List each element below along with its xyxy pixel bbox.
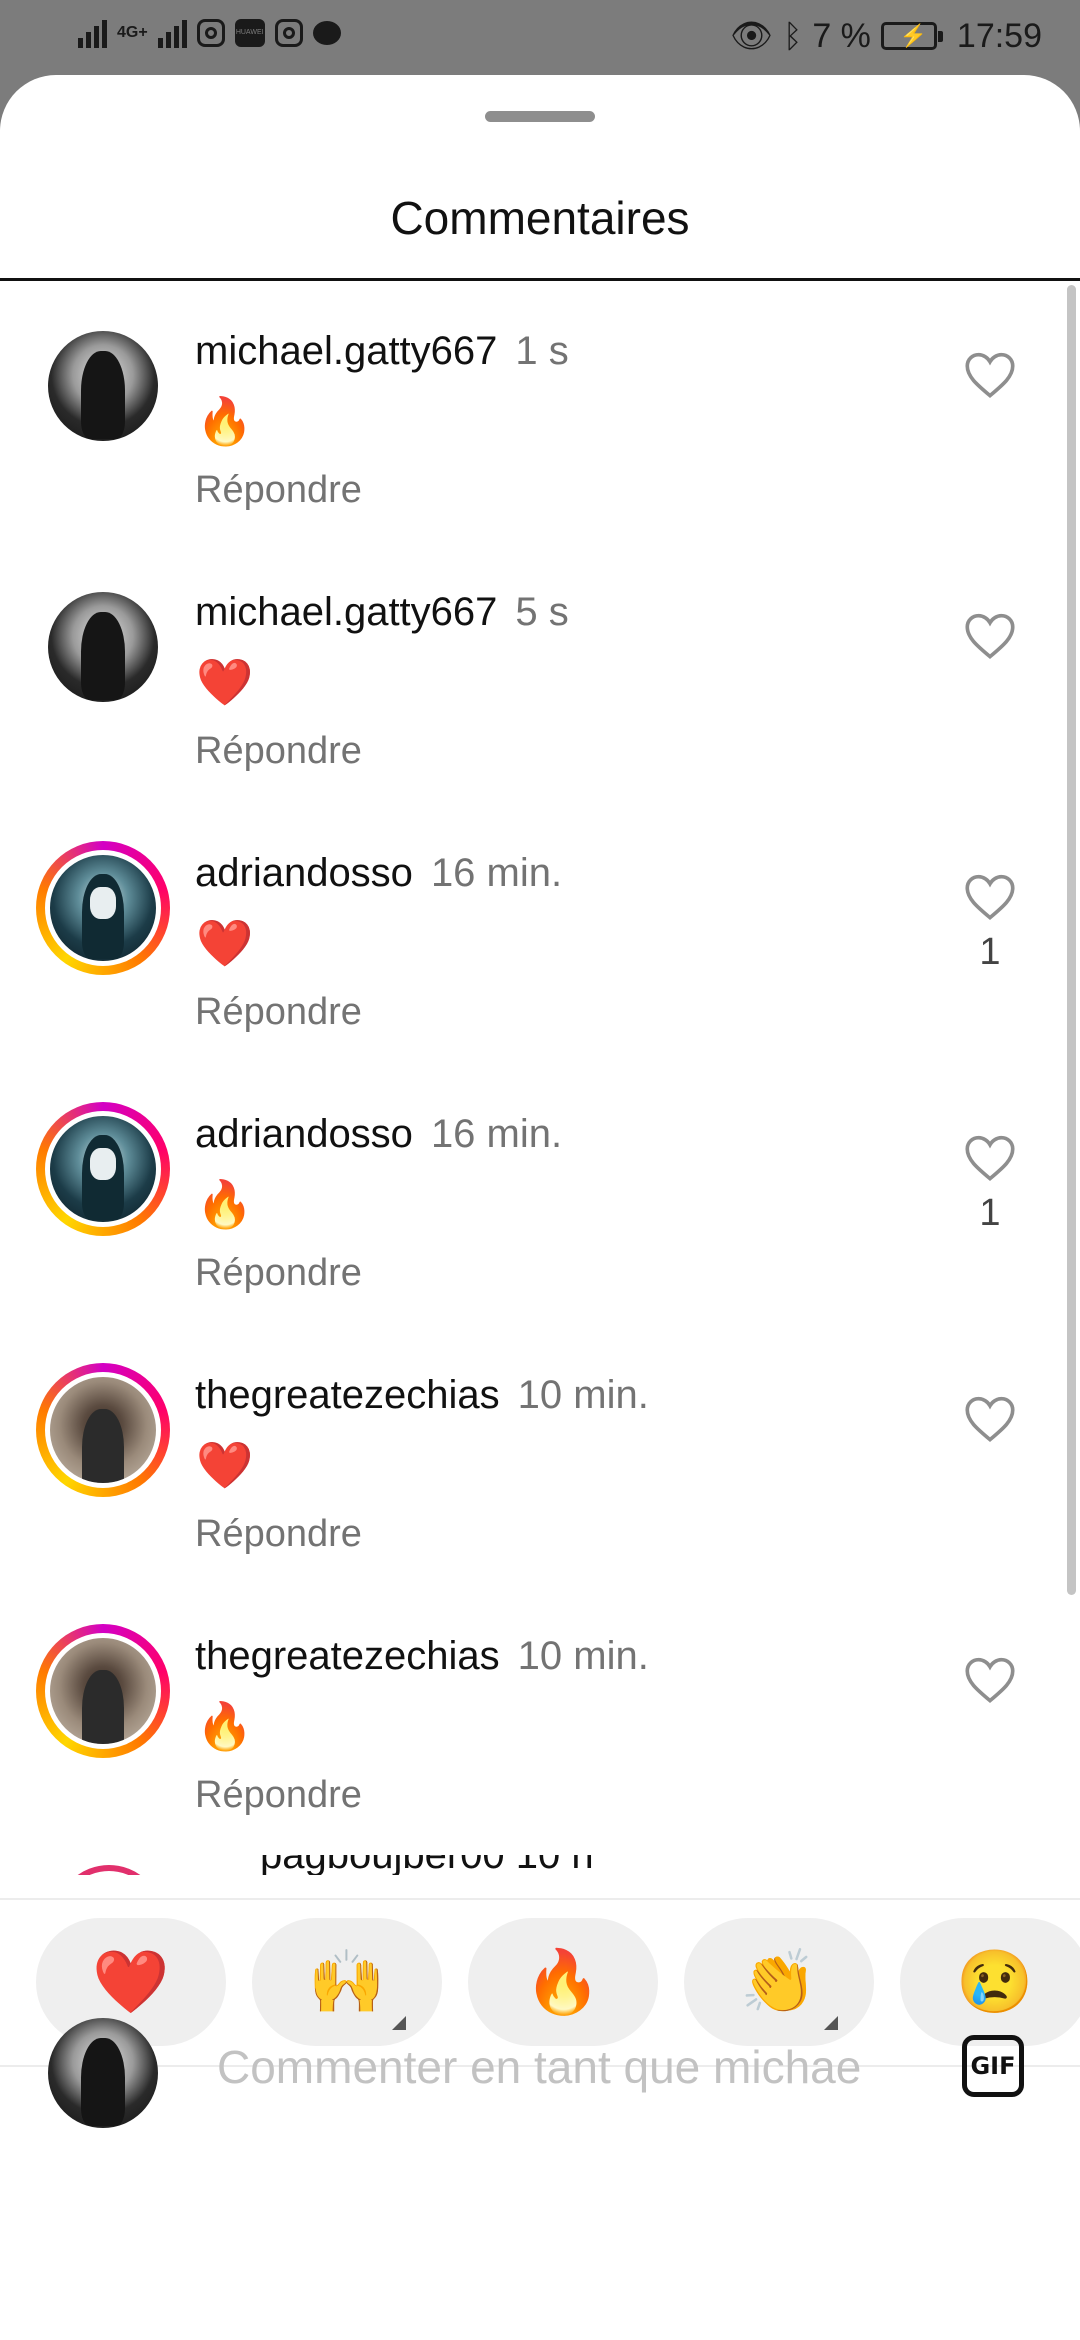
comment-header: thegreatezechias 10 min. [195, 1373, 649, 1418]
gif-button[interactable]: GIF [962, 2035, 1024, 2097]
comments-sheet: Commentaires michael.gatty667 1 s 🔥 Répon… [0, 75, 1080, 2340]
fire-emoji: 🔥 [524, 1947, 602, 2017]
comment-header: adriandosso 16 min. [195, 1112, 562, 1157]
partial-comment-text: pagboujber00 10 h [260, 1855, 594, 1875]
like-count[interactable]: 1 [962, 931, 1018, 974]
comment-time: 5 s [515, 590, 569, 634]
comment-time: 16 min. [430, 851, 563, 895]
comment-time: 10 min. [517, 1373, 649, 1417]
signal-icon [78, 18, 107, 48]
crying-face-emoji: 😢 [956, 1947, 1034, 2017]
instagram-notification-icon-2 [274, 19, 303, 47]
comment-text: 🔥 [196, 1178, 254, 1230]
comment-time: 16 min. [430, 1112, 563, 1156]
current-user-avatar [48, 2018, 158, 2128]
comment-time: 10 min. [517, 1634, 649, 1678]
avatar-image [45, 850, 161, 966]
clapping-hands-emoji: 👏 [740, 1947, 818, 2017]
reaction-clap-button[interactable]: 👏 [684, 1918, 874, 2046]
avatar-image [45, 1633, 161, 1749]
clock: 17:59 [956, 16, 1042, 55]
comment-text: ❤️ [196, 656, 254, 708]
bluetooth-icon: ᛒ [783, 17, 803, 54]
comment-text: 🔥 [196, 1700, 254, 1752]
username-link[interactable]: adriandosso [195, 1112, 413, 1156]
comment-item: michael.gatty667 5 s ❤️ Répondre [0, 580, 1080, 842]
avatar-story-ring[interactable] [55, 1865, 163, 1875]
comment-text: ❤️ [196, 1439, 254, 1491]
comment-text: 🔥 [196, 395, 254, 447]
reply-button[interactable]: Répondre [195, 1252, 362, 1295]
heart-icon[interactable] [962, 349, 1018, 399]
reply-button[interactable]: Répondre [195, 1774, 362, 1817]
username-link[interactable]: michael.gatty667 [195, 590, 497, 634]
raised-hands-emoji: 🙌 [308, 1947, 386, 2017]
reactions-divider [0, 1898, 1080, 1900]
comment-time: 1 s [515, 329, 569, 373]
reply-button[interactable]: Répondre [195, 469, 362, 512]
avatar-story-ring[interactable] [36, 1102, 170, 1236]
avatar-story-ring[interactable] [36, 1624, 170, 1758]
huawei-notification-icon: HUAWEI [234, 19, 265, 47]
comment-header: thegreatezechias 10 min. [195, 1634, 649, 1679]
username-link[interactable]: thegreatezechias [195, 1634, 500, 1678]
variant-indicator-icon [824, 2016, 838, 2030]
heart-icon[interactable] [962, 1132, 1018, 1182]
reaction-raised-hands-button[interactable]: 🙌 [252, 1918, 442, 2046]
red-heart-emoji: ❤️ [92, 1947, 170, 2017]
header-divider [0, 278, 1080, 281]
instagram-notification-icon [196, 19, 225, 47]
reaction-crying-button[interactable]: 😢 [900, 1918, 1080, 2046]
heart-icon[interactable] [962, 610, 1018, 660]
avatar-image [45, 1372, 161, 1488]
comment-text: ❤️ [196, 917, 254, 969]
signal-icon-2 [157, 18, 187, 48]
avatar[interactable] [36, 319, 170, 453]
comment-item: thegreatezechias 10 min. ❤️ Répondre [0, 1363, 1080, 1625]
avatar-image [48, 592, 158, 702]
username-link[interactable]: adriandosso [195, 851, 413, 895]
variant-indicator-icon [392, 2016, 406, 2030]
comment-header: michael.gatty667 5 s [195, 590, 569, 635]
comment-input[interactable]: Commenter en tant que michae [217, 2040, 917, 2094]
comment-item: adriandosso 16 min. 🔥 Répondre 1 [0, 1102, 1080, 1364]
network-type: 4G+ [117, 24, 148, 41]
quick-reactions: ❤️ 🙌 🔥 👏 😢 [36, 1918, 1080, 2046]
chat-notification-icon [312, 21, 341, 45]
battery-icon: ⚡ [880, 22, 943, 50]
avatar-image [45, 1111, 161, 1227]
heart-icon[interactable] [962, 1654, 1018, 1704]
avatar-image [48, 331, 158, 441]
comment-header: michael.gatty667 1 s [195, 329, 569, 374]
like-count[interactable]: 1 [962, 1192, 1018, 1235]
comment-header: adriandosso 16 min. [195, 851, 562, 896]
status-bar: 4G+ HUAWEI 👁 ᛒ 7 % ⚡ 17:59 [0, 0, 1080, 75]
heart-icon[interactable] [962, 1393, 1018, 1443]
drag-handle[interactable] [485, 111, 595, 122]
avatar-story-ring[interactable] [36, 841, 170, 975]
comment-item: thegreatezechias 10 min. 🔥 Répondre [0, 1624, 1080, 1886]
reply-button[interactable]: Répondre [195, 730, 362, 773]
username-link[interactable]: thegreatezechias [195, 1373, 500, 1417]
avatar[interactable] [36, 580, 170, 714]
sheet-title: Commentaires [390, 192, 690, 244]
partial-comment-item: pagboujber00 10 h [0, 1855, 1080, 1875]
comment-item: adriandosso 16 min. ❤️ Répondre 1 [0, 841, 1080, 1103]
comment-item: michael.gatty667 1 s 🔥 Répondre [0, 319, 1080, 581]
battery-percent: 7 % [812, 16, 871, 55]
reaction-fire-button[interactable]: 🔥 [468, 1918, 658, 2046]
reply-button[interactable]: Répondre [195, 1513, 362, 1556]
username-link[interactable]: michael.gatty667 [195, 329, 497, 373]
avatar-story-ring[interactable] [36, 1363, 170, 1497]
reply-button[interactable]: Répondre [195, 991, 362, 1034]
heart-icon[interactable] [962, 871, 1018, 921]
eye-icon: 👁 [729, 17, 774, 55]
